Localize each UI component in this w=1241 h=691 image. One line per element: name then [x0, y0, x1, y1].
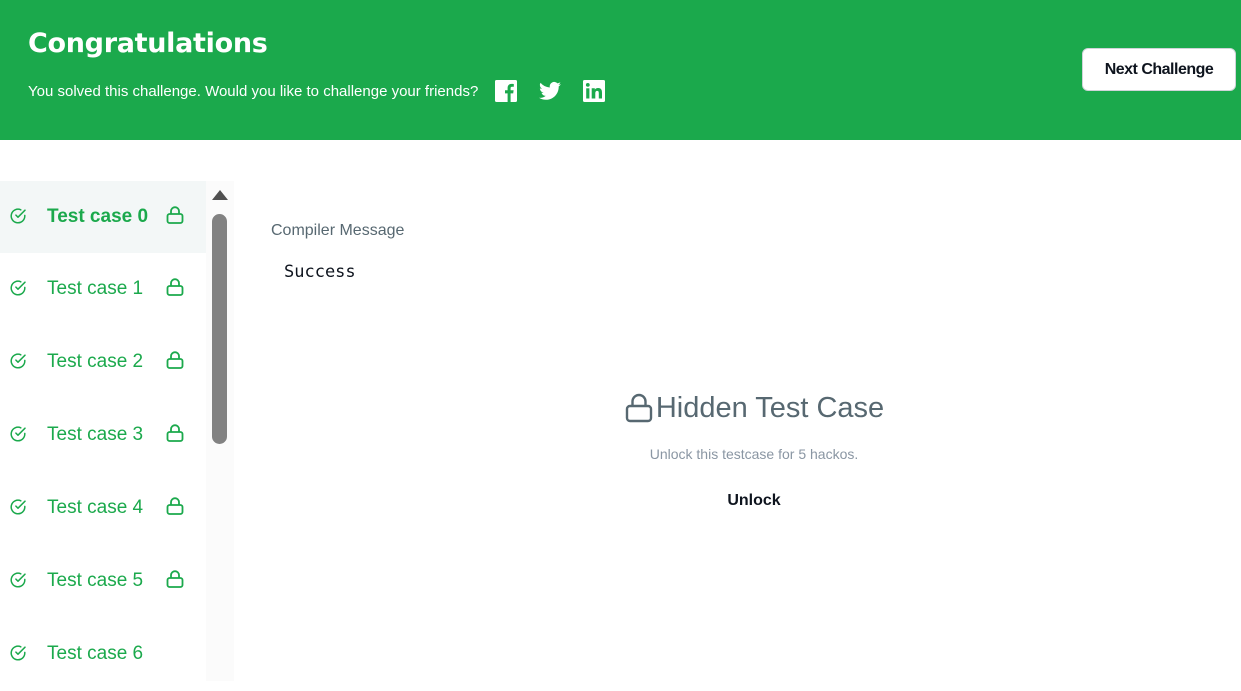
check-circle-icon: [10, 208, 26, 224]
test-case-item-1[interactable]: Test case 1: [0, 253, 206, 326]
check-circle-icon: [10, 572, 26, 588]
lock-icon: [625, 393, 653, 423]
test-case-label: Test case 2: [47, 351, 144, 372]
check-circle-icon: [10, 353, 26, 369]
twitter-icon[interactable]: [538, 79, 562, 103]
test-case-item-5[interactable]: Test case 5: [0, 545, 206, 618]
hidden-test-case-panel: Hidden Test Case Unlock this testcase fo…: [480, 388, 1028, 514]
test-case-label: Test case 5: [47, 570, 144, 591]
test-case-label: Test case 3: [47, 424, 144, 445]
scrollbar-thumb[interactable]: [212, 214, 227, 444]
hidden-test-case-title: Hidden Test Case: [655, 391, 885, 424]
hidden-test-case-description: Unlock this testcase for 5 hackos.: [649, 446, 859, 462]
test-case-item-0[interactable]: Test case 0: [0, 181, 206, 253]
banner-subtitle: You solved this challenge. Would you lik…: [28, 82, 479, 100]
lock-icon: [166, 497, 184, 515]
lock-icon: [166, 424, 184, 442]
next-challenge-button[interactable]: Next Challenge: [1082, 48, 1236, 91]
test-case-scrollbar[interactable]: [206, 181, 234, 681]
lock-icon: [166, 206, 184, 224]
lock-icon: [166, 278, 184, 296]
hidden-test-case-heading: Hidden Test Case: [624, 388, 884, 428]
success-banner: Congratulations You solved this challeng…: [0, 0, 1241, 140]
test-case-item-2[interactable]: Test case 2: [0, 326, 206, 399]
test-case-label: Test case 0: [47, 206, 149, 227]
check-circle-icon: [10, 280, 26, 296]
banner-share-row: You solved this challenge. Would you lik…: [28, 76, 606, 106]
check-circle-icon: [10, 645, 26, 661]
lock-icon: [166, 351, 184, 369]
banner-title: Congratulations: [28, 28, 268, 59]
compiler-message-label: Compiler Message: [271, 222, 405, 239]
test-case-label: Test case 6: [47, 643, 144, 664]
test-case-label: Test case 1: [47, 278, 144, 299]
check-circle-icon: [10, 499, 26, 515]
test-case-item-4[interactable]: Test case 4: [0, 472, 206, 545]
test-case-item-6[interactable]: Test case 6: [0, 618, 206, 691]
lock-icon: [166, 570, 184, 588]
unlock-button[interactable]: Unlock: [717, 488, 790, 514]
test-case-list: Test case 0 Test case 1 Test case 2 Test…: [0, 181, 206, 681]
linkedin-icon[interactable]: [582, 79, 606, 103]
compiler-message-value: Success: [284, 262, 356, 282]
facebook-icon[interactable]: [494, 79, 518, 103]
social-share: [494, 79, 606, 103]
test-case-item-3[interactable]: Test case 3: [0, 399, 206, 472]
scroll-up-arrow-icon[interactable]: [212, 190, 228, 200]
check-circle-icon: [10, 426, 26, 442]
test-case-label: Test case 4: [47, 497, 144, 518]
